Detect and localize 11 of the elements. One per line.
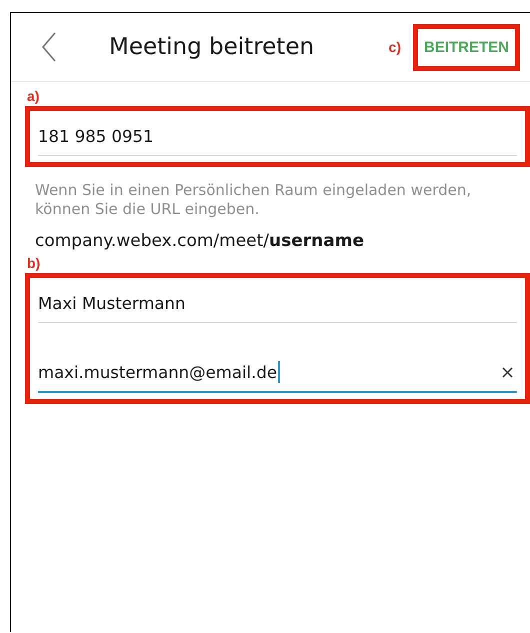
annotation-label: a) — [27, 88, 40, 104]
input-field[interactable]: 181 985 0951 — [38, 117, 517, 156]
back-icon[interactable] — [41, 32, 57, 62]
text-cursor — [278, 361, 280, 383]
input-field[interactable]: Maxi Mustermann — [38, 284, 517, 323]
input-field[interactable]: maxi.mustermann@email.de — [38, 353, 517, 393]
annotation-label: b) — [27, 255, 42, 271]
url-example: company.webex.com/meet/username — [35, 231, 365, 251]
annotation-label: c) — [388, 39, 401, 55]
screen-title: Meeting beitreten — [109, 34, 316, 60]
hint-text: Wenn Sie in einen Persönlichen Raum eingeladen werden, können Sie die URL eingeben. — [35, 181, 472, 219]
